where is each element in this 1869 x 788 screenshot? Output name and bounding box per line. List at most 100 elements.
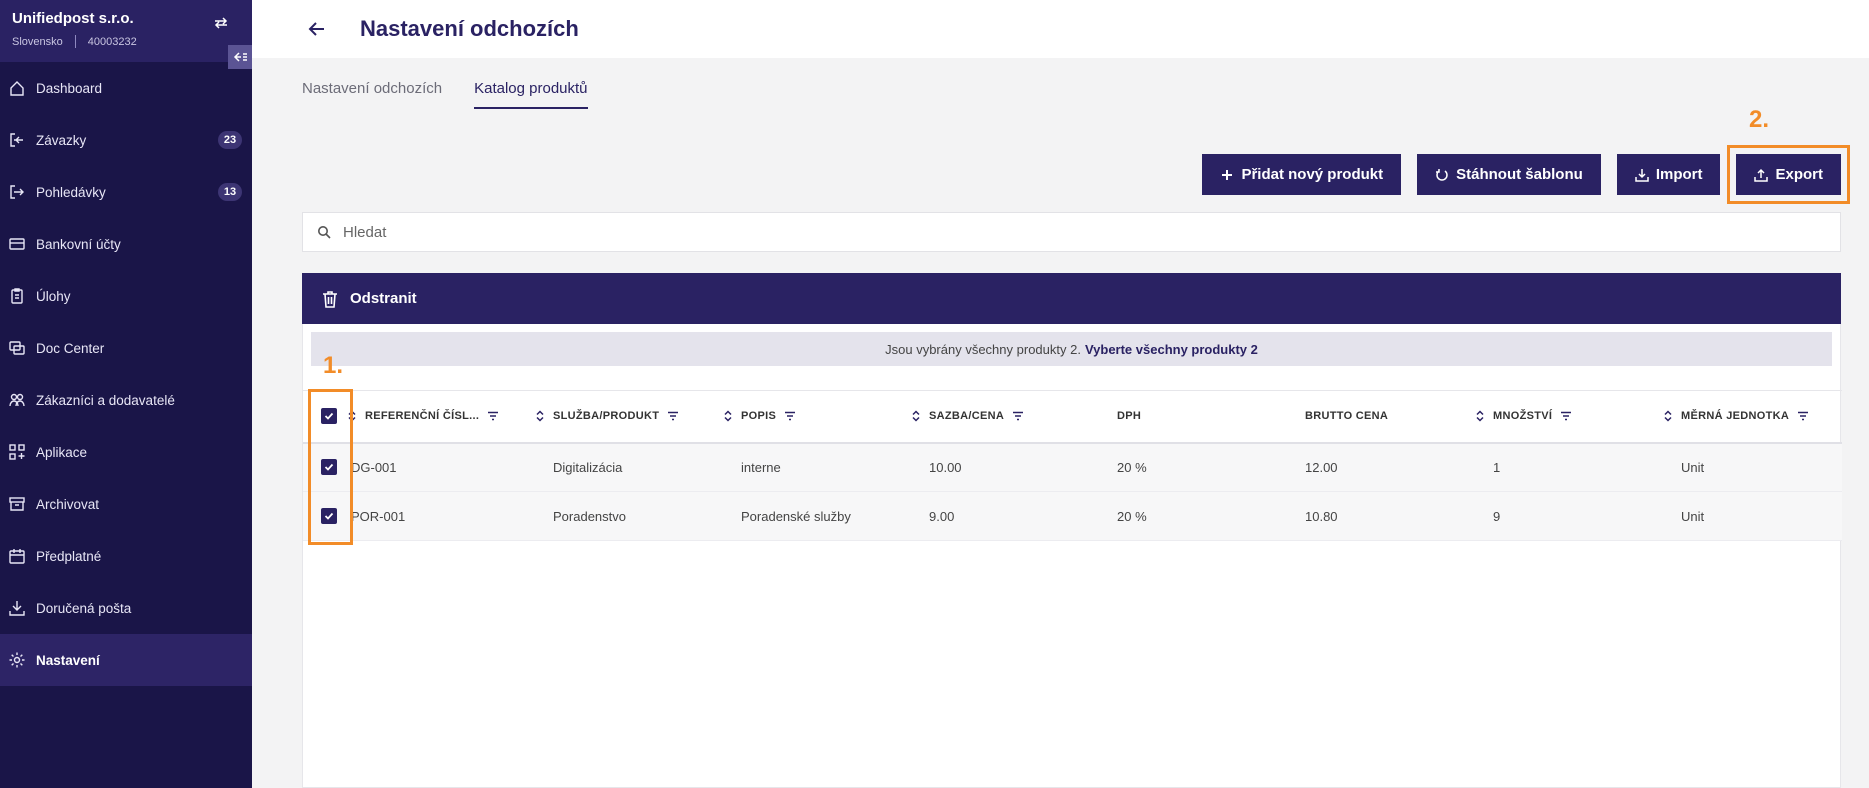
table-header: REFERENČNÍ ČÍSL... SLUŽBA/PRODUKT POPIS SAZ…	[303, 390, 1842, 444]
org-name: Unifiedpost s.r.o.	[12, 10, 134, 27]
add-product-label: Přidat nový produkt	[1241, 166, 1384, 183]
sidebar-item-2[interactable]: Pohledávky 13	[0, 166, 252, 218]
download-template-label: Stáhnout šablonu	[1456, 166, 1583, 183]
column-label: BRUTTO CENA	[1305, 410, 1389, 423]
table-cell: DG-001	[347, 442, 535, 492]
sidebar-item-label: Závazky	[36, 132, 87, 148]
org-details: Slovensko 40003232	[12, 35, 240, 48]
column-header: MNOŽSTVÍ	[1475, 390, 1663, 444]
column-header: SAZBA/CENA	[911, 390, 1099, 444]
column-label: SLUŽBA/PRODUKT	[553, 410, 660, 423]
toolbar: Přidat nový produkt Stáhnout šablonu Imp…	[1202, 145, 1850, 204]
sidebar-item-3[interactable]: Bankovní účty	[0, 218, 252, 270]
download-icon	[9, 601, 25, 616]
delete-button[interactable]: Odstranit	[350, 290, 417, 307]
sort-icon[interactable]	[723, 410, 733, 422]
filter-icon[interactable]	[784, 411, 796, 421]
annotation-step-1: 1.	[323, 352, 344, 379]
table-body: DG-001 Digitalizácia interne 10.00 20 % 12.00…	[303, 442, 1842, 541]
sidebar-item-7[interactable]: Aplikace	[0, 426, 252, 478]
column-label: SAZBA/CENA	[929, 410, 1005, 423]
plus-icon	[1222, 169, 1233, 180]
filter-icon[interactable]	[667, 411, 679, 421]
inbox-in-icon	[10, 133, 23, 147]
filter-icon[interactable]	[1797, 411, 1809, 421]
column-label: POPIS	[741, 410, 777, 423]
sidebar-item-8[interactable]: Archivovat	[0, 478, 252, 530]
back-arrow-icon[interactable]	[306, 18, 328, 40]
row-checkbox[interactable]	[321, 459, 337, 476]
table-cell: 20 %	[1099, 442, 1287, 492]
check-icon	[324, 464, 334, 472]
calendar-icon	[9, 549, 25, 564]
add-product-button[interactable]: Přidat nový produkt	[1202, 154, 1402, 195]
sidebar-item-11[interactable]: Nastavení	[0, 634, 252, 686]
select-all-link[interactable]: Vyberte všechny produkty 2	[1085, 342, 1258, 357]
divider	[74, 35, 76, 48]
sort-icon[interactable]	[535, 410, 545, 422]
import-button[interactable]: Import	[1616, 154, 1721, 195]
table-cell: 10.80	[1287, 491, 1475, 541]
count-badge: 23	[218, 131, 242, 149]
table-row[interactable]: POR-001 Poradenstvo Poradenské služby 9.00 2…	[303, 491, 1842, 541]
tab-product-catalog[interactable]: Katalog produktů	[474, 80, 588, 109]
sidebar-item-9[interactable]: Předplatné	[0, 530, 252, 582]
swap-icon[interactable]	[212, 14, 230, 32]
sidebar-item-label: Bankovní účty	[36, 236, 121, 252]
table-cell: Poradenstvo	[535, 491, 723, 541]
sidebar-item-4[interactable]: Úlohy	[0, 270, 252, 322]
sidebar-item-label: Úlohy	[36, 288, 71, 304]
sort-icon[interactable]	[1475, 410, 1485, 422]
sort-icon[interactable]	[1663, 410, 1673, 422]
inbox-out-icon	[10, 185, 24, 199]
apps-icon	[9, 444, 25, 460]
sort-icon[interactable]	[911, 410, 921, 422]
filter-icon[interactable]	[1560, 411, 1572, 421]
table-row[interactable]: DG-001 Digitalizácia interne 10.00 20 % 12.00…	[303, 442, 1842, 492]
filter-icon[interactable]	[487, 411, 499, 421]
table-cell: 12.00	[1287, 442, 1475, 492]
sidebar-item-label: Doc Center	[36, 340, 105, 356]
sidebar-item-6[interactable]: Zákazníci a dodavatelé	[0, 374, 252, 426]
table-cell: Unit	[1663, 491, 1842, 541]
download-template-button[interactable]: Stáhnout šablonu	[1417, 154, 1601, 195]
sidebar-item-10[interactable]: Doručená pošta	[0, 582, 252, 634]
table-cell: 1	[1475, 442, 1663, 492]
table-cell: 9.00	[911, 491, 1099, 541]
gear-icon	[9, 652, 25, 668]
sidebar-item-label: Předplatné	[36, 548, 102, 564]
sidebar-item-label: Pohledávky	[36, 184, 106, 200]
trash-icon[interactable]	[320, 289, 340, 309]
sidebar-item-label: Dashboard	[36, 80, 103, 96]
column-header: MĚRNÁ JEDNOTKA	[1663, 390, 1842, 444]
org-switcher[interactable]: Unifiedpost s.r.o. Slovensko 40003232	[0, 0, 252, 69]
sidebar: Unifiedpost s.r.o. Slovensko 40003232 Da…	[0, 0, 252, 788]
doc-center-icon	[9, 341, 25, 355]
export-button[interactable]: Export	[1727, 145, 1850, 204]
search-input[interactable]	[343, 223, 943, 241]
column-label: DPH	[1117, 410, 1142, 423]
column-header: POPIS	[723, 390, 911, 444]
home-icon	[10, 81, 24, 96]
sidebar-item-1[interactable]: Závazky 23	[0, 114, 252, 166]
table-cell: Poradenské služby	[723, 491, 911, 541]
tab-outgoing-settings[interactable]: Nastavení odchozích	[302, 80, 442, 109]
selection-notice-text: Jsou vybrány všechny produkty 2.	[885, 341, 1081, 357]
export-icon	[1754, 168, 1769, 182]
sidebar-item-0[interactable]: Dashboard	[0, 62, 252, 114]
filter-icon[interactable]	[1012, 411, 1024, 421]
org-country: Slovensko	[12, 35, 63, 48]
sidebar-item-label: Doručená pošta	[36, 600, 132, 616]
sidebar-item-5[interactable]: Doc Center	[0, 322, 252, 374]
sidebar-item-label: Zákazníci a dodavatelé	[36, 392, 175, 408]
check-icon	[324, 512, 334, 520]
search-bar	[302, 212, 1841, 252]
product-table-panel: Jsou vybrány všechny produkty 2. Vyberte…	[302, 324, 1842, 788]
sidebar-item-label: Archivovat	[36, 496, 100, 512]
select-all-checkbox[interactable]	[321, 408, 337, 425]
tab-bar: Nastavení odchozích Katalog produktů	[302, 80, 588, 109]
column-header: SLUŽBA/PRODUKT	[535, 390, 723, 444]
row-checkbox[interactable]	[321, 508, 337, 524]
table-cell: 9	[1475, 491, 1663, 541]
sort-icon[interactable]	[347, 410, 357, 422]
